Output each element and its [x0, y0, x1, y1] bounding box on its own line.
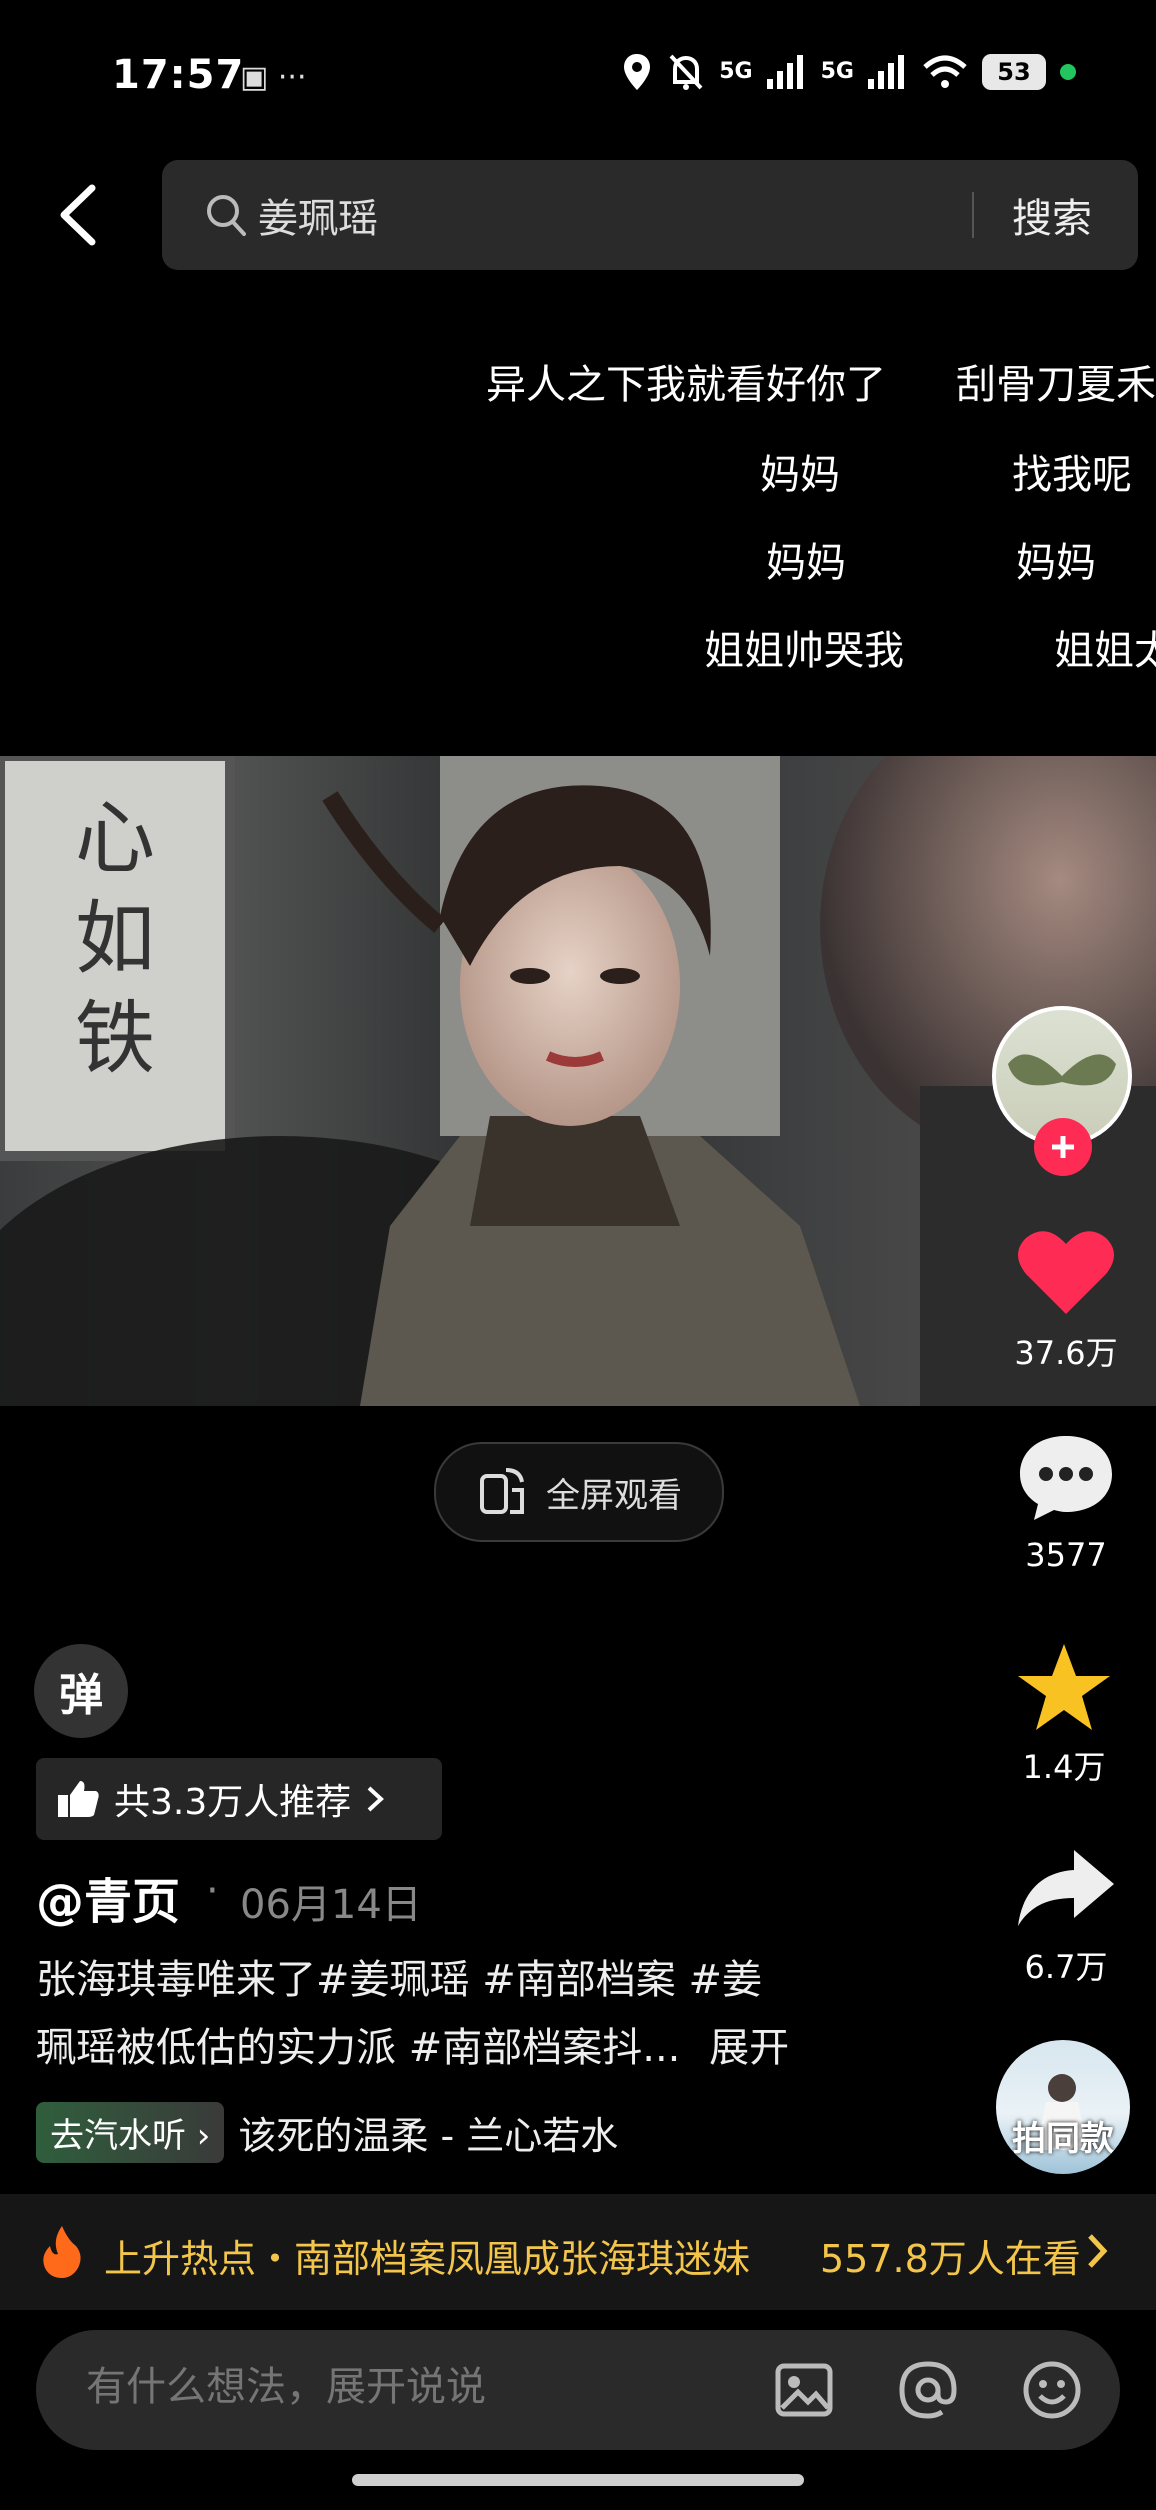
search-button[interactable]: 搜索 — [1012, 186, 1092, 244]
danmaku-item: 姐姐帅哭我 — [704, 628, 904, 674]
comment-button[interactable] — [1016, 1432, 1116, 1522]
fire-icon — [43, 2226, 81, 2278]
thumbs-up-icon — [58, 1781, 99, 1817]
comment-count: 3577 — [1025, 1536, 1107, 1574]
search-query[interactable]: 姜珮瑶 — [258, 186, 378, 244]
danmaku-toggle-label: 弹 — [59, 1670, 103, 1721]
music-row[interactable]: 去汽水听 › 该死的温柔 - 兰心若水 — [36, 2102, 618, 2163]
post-date: 06月14日 — [240, 1882, 422, 1928]
video-frame: 心 如 铁 — [0, 756, 1156, 1406]
notification-icons: ▣ ··· — [240, 60, 307, 95]
listen-chip[interactable]: 去汽水听 › — [36, 2102, 225, 2163]
signal-5g-label-2: 5G — [820, 59, 854, 84]
date-separator: · — [206, 1868, 219, 1914]
search-bar[interactable]: 姜珮瑶 搜索 — [162, 160, 1138, 270]
danmaku-item: 异人之下我就看好你了 — [486, 362, 886, 408]
mute-bell-icon — [669, 54, 703, 90]
expand-link[interactable]: 展开 — [709, 2025, 789, 2071]
svg-text:心: 心 — [75, 792, 155, 885]
svg-text:铁: 铁 — [75, 992, 155, 1085]
recommend-pill[interactable]: 共3.3万人推荐 — [36, 1758, 442, 1840]
svg-text:如: 如 — [75, 892, 155, 985]
danmaku-item: 姐姐太 — [1054, 628, 1156, 674]
plus-icon — [1052, 1136, 1074, 1158]
privacy-dot — [1060, 64, 1076, 80]
listen-chip-label: 去汽水听 — [50, 2116, 186, 2156]
author-name[interactable]: @青页 — [36, 1862, 180, 1932]
share-button[interactable] — [1014, 1846, 1118, 1930]
comment-input[interactable] — [84, 2364, 688, 2411]
signal-5g-label: 5G — [719, 59, 753, 84]
signal-bars-icon-2 — [868, 55, 904, 89]
recommend-text: 共3.3万人推荐 — [114, 1782, 352, 1823]
home-indicator[interactable] — [352, 2474, 804, 2486]
status-time: 17:57 — [112, 52, 245, 98]
mention-icon[interactable] — [896, 2358, 960, 2422]
danmaku-toggle-button[interactable]: 弹 — [34, 1644, 128, 1738]
location-icon — [624, 54, 651, 90]
search-divider — [972, 192, 974, 238]
follow-button[interactable] — [1034, 1118, 1092, 1176]
favorite-count: 1.4万 — [1022, 1748, 1106, 1786]
wifi-icon — [923, 55, 967, 88]
video-player[interactable]: 心 如 铁 — [0, 756, 1156, 1406]
post-caption[interactable]: 张海琪毒唯来了#姜珮瑶 #南部档案 #姜 珮瑶被低估的实力派 #南部档案抖...… — [36, 1946, 916, 2082]
chevron-right-icon — [1088, 2234, 1108, 2268]
chevron-right-icon — [367, 1786, 385, 1812]
favorite-button[interactable] — [1014, 1640, 1114, 1736]
like-count: 37.6万 — [1014, 1334, 1118, 1372]
music-title: 该死的温柔 - 兰心若水 — [238, 2114, 619, 2158]
danmaku-item: 妈妈 — [1016, 540, 1096, 586]
signal-bars-icon — [766, 55, 803, 89]
status-icons: 5G 5G 53 — [621, 52, 1076, 92]
battery-indicator: 53 — [982, 54, 1046, 90]
comment-bar[interactable] — [36, 2330, 1120, 2450]
emoji-icon[interactable] — [1020, 2358, 1084, 2422]
share-count: 6.7万 — [1024, 1948, 1108, 1986]
back-button[interactable] — [50, 180, 110, 250]
danmaku-item: 刮骨刀夏禾 — [956, 362, 1156, 408]
hot-topic-bar[interactable]: 上升热点・南部档案凤凰成张海琪迷妹 557.8万人在看 — [0, 2194, 1156, 2310]
same-style-button[interactable]: 拍同款 — [996, 2040, 1130, 2174]
caption-line: 珮瑶被低估的实力派 #南部档案抖... — [36, 2025, 681, 2071]
image-icon[interactable] — [774, 2360, 834, 2420]
danmaku-item: 妈妈 — [766, 540, 846, 586]
same-style-label: 拍同款 — [1012, 2119, 1114, 2159]
caption-line: 张海琪毒唯来了#姜珮瑶 #南部档案 #姜 — [36, 1957, 762, 2003]
like-button[interactable] — [1016, 1226, 1116, 1318]
danmaku-item: 找我呢 — [1012, 452, 1132, 498]
rotate-screen-icon — [480, 1468, 524, 1514]
fullscreen-button[interactable]: 全屏观看 — [434, 1442, 724, 1542]
fullscreen-label: 全屏观看 — [546, 1475, 682, 1516]
search-icon — [207, 195, 246, 236]
hot-topic-viewers: 557.8万人在看 — [820, 2237, 1081, 2281]
hot-topic-text: 上升热点・南部档案凤凰成张海琪迷妹 — [104, 2237, 751, 2281]
danmaku-item: 妈妈 — [760, 452, 840, 498]
